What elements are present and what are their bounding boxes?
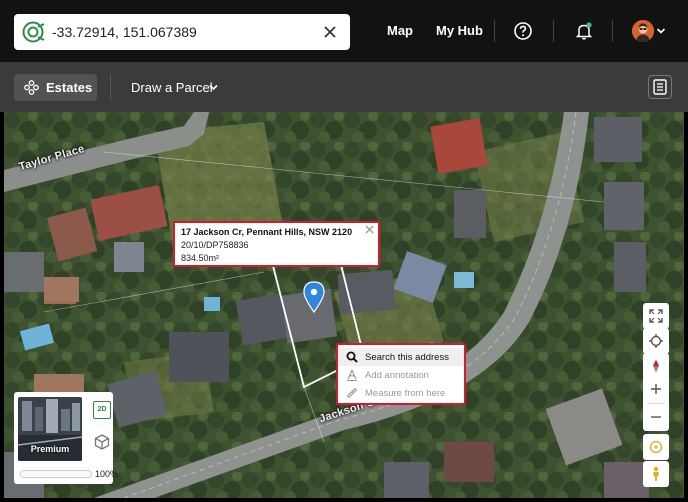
opacity-value: 100% xyxy=(95,469,119,479)
notifications-bell-icon[interactable] xyxy=(573,20,595,42)
zoom-controls xyxy=(643,375,669,431)
estates-nodes-icon xyxy=(24,80,39,95)
plus-icon xyxy=(651,384,661,394)
minus-icon xyxy=(651,416,661,418)
chevron-down-icon[interactable] xyxy=(208,82,219,93)
nav-divider xyxy=(612,20,613,42)
nav-divider xyxy=(494,20,495,42)
help-icon[interactable] xyxy=(512,20,534,42)
nav-my-hub-link[interactable]: My Hub xyxy=(436,23,483,38)
draw-parcel-dropdown[interactable]: Draw a Parcel xyxy=(131,80,213,95)
search-box[interactable] xyxy=(14,14,350,50)
toolbar-divider xyxy=(110,74,111,101)
opacity-slider-fill xyxy=(21,471,91,477)
add-annotation-label: Add annotation xyxy=(365,370,429,381)
user-avatar[interactable] xyxy=(632,20,654,42)
parcel-lot-number: 20/10/DP758836 xyxy=(181,240,249,250)
measure-circle-icon xyxy=(649,440,663,454)
expand-icon xyxy=(649,309,663,323)
parcel-area: 834.50m² xyxy=(181,253,220,263)
parcel-address: 17 Jackson Cr, Pennant Hills, NSW 2120 xyxy=(181,227,353,237)
parcel-info-popup: 17 Jackson Cr, Pennant Hills, NSW 2120 2… xyxy=(173,221,380,267)
app-logo-icon xyxy=(22,21,45,43)
add-annotation-item[interactable]: Add annotation xyxy=(338,366,464,384)
search-input[interactable] xyxy=(52,19,314,45)
app-window: Map My Hub xyxy=(0,0,688,502)
search-this-address-label: Search this address xyxy=(365,352,449,363)
basemap-layer-panel: Premium 2D 100% xyxy=(14,392,118,484)
zoom-in-button[interactable] xyxy=(643,375,669,403)
nav-map-link[interactable]: Map xyxy=(387,23,413,38)
map-context-menu: Search this address Add annotation Measu… xyxy=(336,343,466,405)
text-annotation-icon xyxy=(347,369,357,381)
measure-tool-button[interactable] xyxy=(643,434,669,460)
document-list-icon xyxy=(653,79,667,95)
basemap-thumbnail[interactable]: Premium xyxy=(18,397,82,461)
view-3d-cube-icon[interactable] xyxy=(93,433,111,451)
map-toolbar: Estates Draw a Parcel xyxy=(0,62,688,112)
estates-button-label: Estates xyxy=(46,80,93,95)
opacity-slider[interactable] xyxy=(20,470,92,478)
search-icon xyxy=(346,351,358,363)
estates-button[interactable]: Estates xyxy=(14,74,97,101)
fullscreen-button[interactable] xyxy=(643,303,669,329)
basemap-label: Premium xyxy=(30,444,70,454)
clear-search-icon[interactable] xyxy=(320,22,340,42)
side-panel-button[interactable] xyxy=(648,75,672,99)
crosshair-icon xyxy=(649,334,663,348)
nav-divider xyxy=(553,20,554,42)
measure-from-here-label: Measure from here xyxy=(365,388,446,399)
measure-from-here-item[interactable]: Measure from here xyxy=(338,384,464,402)
ruler-icon xyxy=(346,387,358,399)
street-view-button[interactable] xyxy=(643,461,669,487)
view-2d-toggle[interactable]: 2D xyxy=(93,401,111,419)
pegman-icon xyxy=(653,466,659,481)
zoom-out-button[interactable] xyxy=(643,403,669,431)
top-navigation-bar: Map My Hub xyxy=(0,0,688,62)
search-this-address-item[interactable]: Search this address xyxy=(338,348,464,366)
compass-icon xyxy=(653,359,659,373)
chevron-down-icon[interactable] xyxy=(656,26,666,36)
locate-me-button[interactable] xyxy=(643,328,669,354)
close-icon[interactable] xyxy=(365,225,374,234)
